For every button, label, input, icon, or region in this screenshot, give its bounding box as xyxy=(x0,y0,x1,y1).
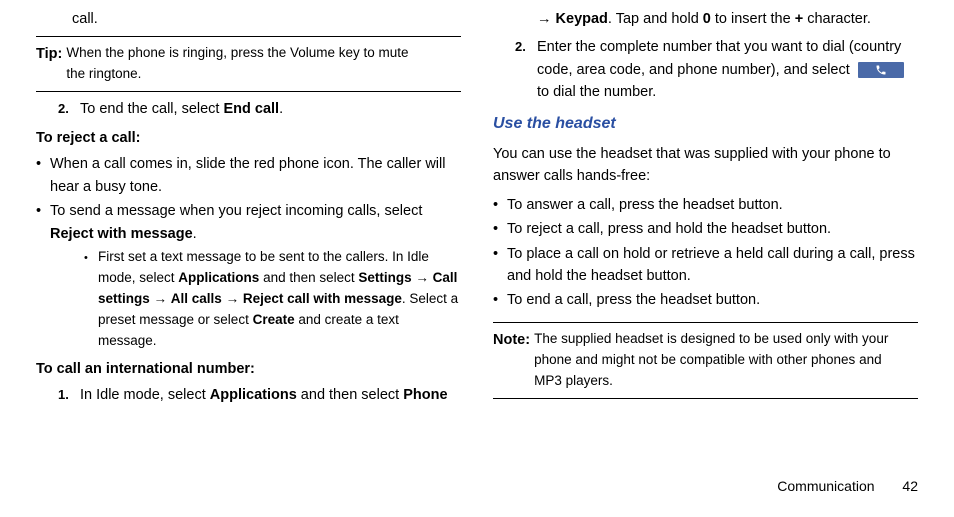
bullet-text: To place a call on hold or retrieve a he… xyxy=(507,243,918,288)
keypad-line: → Keypad. Tap and hold 0 to insert the +… xyxy=(493,8,918,30)
page-footer: Communication 42 xyxy=(0,478,954,494)
note-block: Note: The supplied headset is designed t… xyxy=(493,329,918,392)
sub-bullet-text: First set a text message to be sent to t… xyxy=(98,247,461,352)
bullet-item: • To send a message when you reject inco… xyxy=(36,200,461,245)
step-text: In Idle mode, select Applications and th… xyxy=(80,384,461,406)
bullet-item: • To place a call on hold or retrieve a … xyxy=(493,243,918,288)
right-column: → Keypad. Tap and hold 0 to insert the +… xyxy=(493,8,918,478)
headset-intro: You can use the headset that was supplie… xyxy=(493,143,918,188)
reject-heading: To reject a call: xyxy=(36,127,461,149)
divider xyxy=(493,322,918,323)
step-intl: 1. In Idle mode, select Applications and… xyxy=(58,384,461,406)
footer-page: 42 xyxy=(902,478,918,494)
bullet-text: To answer a call, press the headset butt… xyxy=(507,194,918,216)
call-fragment: call. xyxy=(36,8,461,30)
step-text: Enter the complete number that you want … xyxy=(537,36,918,103)
bullet-text: To reject a call, press and hold the hea… xyxy=(507,218,918,240)
note-label: Note: xyxy=(493,329,530,351)
step-number: 2. xyxy=(58,98,80,120)
tip-block: Tip: When the phone is ringing, press th… xyxy=(36,43,461,85)
dial-icon xyxy=(858,62,904,78)
bullet-item: • To end a call, press the headset butto… xyxy=(493,289,918,311)
bullet-item: • To reject a call, press and hold the h… xyxy=(493,218,918,240)
headset-heading: Use the headset xyxy=(493,112,918,137)
sub-bullet-item: • First set a text message to be sent to… xyxy=(84,247,461,352)
tip-body: When the phone is ringing, press the Vol… xyxy=(66,43,427,85)
step-number: 1. xyxy=(58,384,80,406)
bullet-text: To end a call, press the headset button. xyxy=(507,289,918,311)
bullet-text: When a call comes in, slide the red phon… xyxy=(50,153,461,198)
bullet-item: • When a call comes in, slide the red ph… xyxy=(36,153,461,198)
divider xyxy=(493,398,918,399)
step-number: 2. xyxy=(515,36,537,103)
step-enter-number: 2. Enter the complete number that you wa… xyxy=(515,36,918,103)
tip-label: Tip: xyxy=(36,43,62,65)
footer-section: Communication xyxy=(777,478,874,494)
step-text: To end the call, select End call. xyxy=(80,98,461,120)
step-end-call: 2. To end the call, select End call. xyxy=(58,98,461,120)
divider xyxy=(36,36,461,37)
bullet-text: To send a message when you reject incomi… xyxy=(50,200,461,245)
bullet-item: • To answer a call, press the headset bu… xyxy=(493,194,918,216)
divider xyxy=(36,91,461,92)
intl-heading: To call an international number: xyxy=(36,358,461,380)
page-columns: call. Tip: When the phone is ringing, pr… xyxy=(0,0,954,478)
note-body: The supplied headset is designed to be u… xyxy=(534,329,895,392)
left-column: call. Tip: When the phone is ringing, pr… xyxy=(36,8,461,478)
